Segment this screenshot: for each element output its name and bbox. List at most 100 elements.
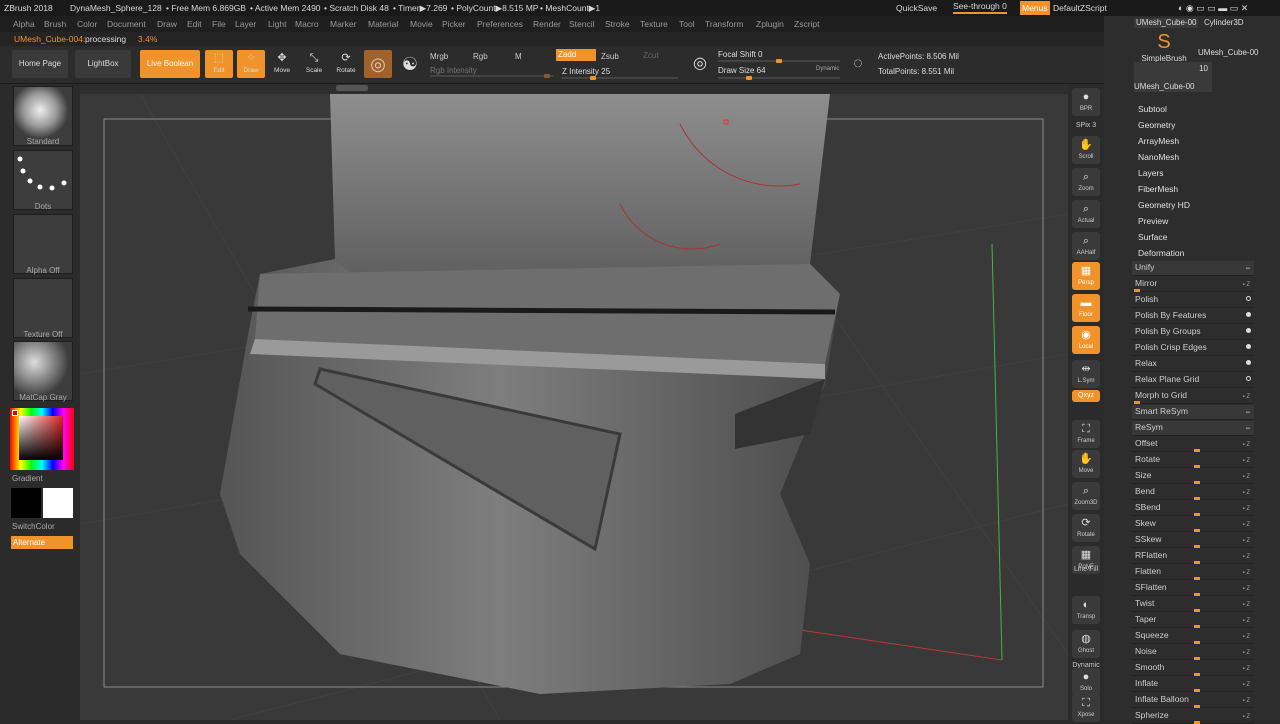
deform-smart-resym[interactable]: Smart ReSym ▪▪ [1132, 405, 1254, 420]
shelf-move[interactable]: ✋ Move [1072, 450, 1100, 478]
menus-toggle[interactable]: Menus [1020, 1, 1050, 15]
rotate-mode-button[interactable]: ⟳ Rotate [332, 50, 360, 78]
axis-toggle-icon[interactable]: ▪ Z [1243, 519, 1250, 532]
shelf-bpr[interactable]: ● BPR [1072, 88, 1100, 116]
toggle-dot-icon[interactable] [1246, 328, 1251, 333]
menu-light[interactable]: Light [268, 16, 286, 32]
slider-knob[interactable] [1134, 289, 1140, 292]
focal-shift-icon-button[interactable]: ◎ [688, 50, 712, 78]
zadd-button[interactable]: Zadd [556, 49, 596, 61]
z-intensity-knob[interactable] [589, 76, 596, 80]
color-square[interactable] [19, 416, 63, 460]
menu-movie[interactable]: Movie [410, 16, 433, 32]
menu-zplugin[interactable]: Zplugin [756, 16, 784, 32]
shelf-transp[interactable]: ◐ Transp [1072, 596, 1100, 624]
slider-knob[interactable] [1194, 657, 1200, 660]
switchcolor-button[interactable]: SwitchColor [12, 522, 55, 531]
deform-polish-by-features[interactable]: Polish By Features [1132, 309, 1254, 324]
deform-rotate[interactable]: Rotate ▪ Z [1132, 453, 1254, 468]
menu-render[interactable]: Render [533, 16, 561, 32]
dots-stroke-thumb[interactable] [13, 150, 73, 210]
section-preview[interactable]: Preview [1138, 216, 1168, 226]
deform-morph-to-grid[interactable]: Morph to Grid ▪ Z [1132, 389, 1254, 404]
window-controls-icon[interactable]: ◐ ◉ ▭ ▭ ▬ ▭ ✕ [1178, 0, 1248, 16]
color-picker-button[interactable]: ☯ [398, 50, 422, 78]
texture-thumb[interactable] [13, 278, 73, 338]
shelf-line-fill[interactable]: Line Fill [1072, 564, 1100, 576]
deform-squeeze[interactable]: Squeeze ▪ Z [1132, 629, 1254, 644]
edit-mode-button[interactable]: ⬚ Edit [205, 50, 233, 78]
deform-inflate[interactable]: Inflate ▪ Z [1132, 677, 1254, 692]
menu-picker[interactable]: Picker [442, 16, 466, 32]
axis-toggle-icon[interactable]: ▪ Z [1243, 711, 1250, 724]
slider-knob[interactable] [1194, 481, 1200, 484]
deform-unify[interactable]: Unify ▪▪ [1132, 261, 1254, 276]
toggle-dot-icon[interactable] [1246, 376, 1251, 381]
toggle-dot-icon[interactable] [1246, 344, 1251, 349]
slider-knob[interactable] [1194, 529, 1200, 532]
deform-skew[interactable]: Skew ▪ Z [1132, 517, 1254, 532]
home-page-button[interactable]: Home Page [12, 50, 68, 78]
axis-toggle-icon[interactable]: ▪ Z [1243, 647, 1250, 660]
deform-sbend[interactable]: SBend ▪ Z [1132, 501, 1254, 516]
tool-thumb-umesh[interactable]: UMesh_Cube-00 [1134, 18, 1198, 28]
tool-thumb-simplebrush[interactable]: S SimpleBrush [1138, 30, 1190, 66]
section-deformation[interactable]: Deformation [1138, 248, 1184, 258]
shelf-frame[interactable]: ⛶ Frame [1072, 420, 1100, 448]
slider-knob[interactable] [1194, 641, 1200, 644]
live-boolean-button[interactable]: Live Boolean [140, 50, 200, 78]
axis-toggle-icon[interactable]: ▪ Z [1243, 615, 1250, 628]
deform-taper[interactable]: Taper ▪ Z [1132, 613, 1254, 628]
dynamic-toggle[interactable]: Dynamic [816, 63, 839, 75]
options-icon[interactable]: ▪▪ [1246, 263, 1250, 276]
menu-marker[interactable]: Marker [330, 16, 356, 32]
zcut-button[interactable]: Zcut [643, 50, 659, 62]
draw-mode-button[interactable]: ⁘ Draw [237, 50, 265, 78]
main-color-swatch[interactable] [11, 488, 41, 518]
deform-spherize[interactable]: Spherize ▪ Z [1132, 709, 1254, 724]
shelf-xpose[interactable]: ⛶ Xpose [1072, 694, 1100, 722]
deform-relax-plane-grid[interactable]: Relax Plane Grid [1132, 373, 1254, 388]
tool-thumb-umesh-2[interactable]: UMesh_Cube-00 [1198, 48, 1258, 57]
focal-shift-knob[interactable] [776, 59, 782, 63]
axis-toggle-icon[interactable]: ▪ Z [1243, 679, 1250, 692]
deform-noise[interactable]: Noise ▪ Z [1132, 645, 1254, 660]
slider-knob[interactable] [1194, 577, 1200, 580]
default-zscript[interactable]: DefaultZScript [1053, 0, 1107, 16]
section-fibermesh[interactable]: FiberMesh [1138, 184, 1178, 194]
menu-preferences[interactable]: Preferences [477, 16, 523, 32]
axis-toggle-icon[interactable]: ▪ Z [1243, 599, 1250, 612]
z-intensity-track[interactable] [562, 76, 678, 80]
axis-toggle-icon[interactable]: ▪ Z [1243, 695, 1250, 708]
lightbox-button[interactable]: LightBox [75, 50, 131, 78]
alpha-thumb[interactable] [13, 214, 73, 274]
options-icon[interactable]: ▪▪ [1246, 423, 1250, 436]
axis-toggle-icon[interactable]: ▪ Z [1243, 551, 1250, 564]
axis-toggle-icon[interactable]: ▪ Z [1243, 439, 1250, 452]
secondary-color-swatch[interactable] [43, 488, 73, 518]
rgb-button[interactable]: Rgb [473, 51, 488, 63]
shelf-scroll[interactable]: ✋ Scroll [1072, 136, 1100, 164]
toggle-dot-icon[interactable] [1246, 312, 1251, 317]
slider-knob[interactable] [1194, 561, 1200, 564]
shelf-spix-3[interactable]: SPix 3 [1072, 120, 1100, 132]
slider-knob[interactable] [1194, 497, 1200, 500]
alternate-toggle[interactable]: Alternate [11, 536, 73, 549]
scale-mode-button[interactable]: ⤡ Scale [300, 50, 328, 78]
menu-tool[interactable]: Tool [679, 16, 695, 32]
slider-knob[interactable] [1194, 593, 1200, 596]
draw-size-track[interactable] [718, 76, 840, 80]
draw-size-knob[interactable] [745, 76, 752, 80]
menu-layer[interactable]: Layer [235, 16, 256, 32]
menu-stencil[interactable]: Stencil [569, 16, 595, 32]
deform-resym[interactable]: ReSym ▪▪ [1132, 421, 1254, 436]
quicksave-button[interactable]: QuickSave [896, 0, 937, 16]
material-swatch-button[interactable]: ◎ [364, 50, 392, 78]
matcap-thumb[interactable] [13, 341, 73, 401]
deform-polish-crisp-edges[interactable]: Polish Crisp Edges [1132, 341, 1254, 356]
deform-smooth[interactable]: Smooth ▪ Z [1132, 661, 1254, 676]
menu-texture[interactable]: Texture [640, 16, 668, 32]
menu-document[interactable]: Document [107, 16, 146, 32]
focal-shift-track[interactable] [718, 59, 840, 63]
shelf-actual[interactable]: ⌕ Actual [1072, 200, 1100, 228]
